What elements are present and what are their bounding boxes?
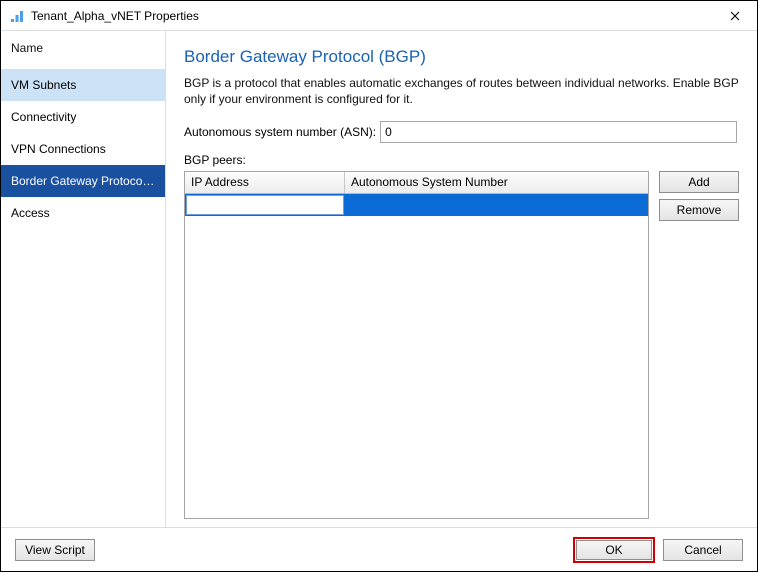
page-title: Border Gateway Protocol (BGP) — [184, 47, 739, 67]
dialog-body: Name VM Subnets Connectivity VPN Connect… — [1, 31, 757, 527]
sidebar-item-access[interactable]: Access — [1, 197, 165, 229]
ok-button[interactable]: OK — [576, 540, 652, 560]
asn-label: Autonomous system number (ASN): — [184, 125, 376, 139]
sidebar-header: Name — [1, 31, 165, 69]
sidebar-item-connectivity[interactable]: Connectivity — [1, 101, 165, 133]
peer-buttons: Add Remove — [659, 171, 739, 519]
asn-input[interactable] — [380, 121, 737, 143]
sidebar-item-label: Connectivity — [11, 110, 76, 124]
app-icon — [9, 8, 25, 24]
grid-body — [185, 194, 648, 518]
sidebar-item-vm-subnets[interactable]: VM Subnets — [1, 69, 165, 101]
main-panel: Border Gateway Protocol (BGP) BGP is a p… — [166, 31, 757, 527]
properties-window: Tenant_Alpha_vNET Properties Name VM Sub… — [0, 0, 758, 572]
remove-button[interactable]: Remove — [659, 199, 739, 221]
cell-asn — [345, 194, 648, 216]
table-row[interactable] — [185, 194, 648, 216]
ip-input[interactable] — [186, 195, 344, 215]
close-button[interactable] — [713, 1, 757, 31]
sidebar-item-label: VM Subnets — [11, 78, 76, 92]
sidebar-item-label: VPN Connections — [11, 142, 106, 156]
sidebar-item-bgp[interactable]: Border Gateway Protocol... — [1, 165, 165, 197]
grid-header: IP Address Autonomous System Number — [185, 172, 648, 194]
peers-grid[interactable]: IP Address Autonomous System Number — [184, 171, 649, 519]
footer: View Script OK Cancel — [1, 527, 757, 571]
peers-area: IP Address Autonomous System Number Add — [184, 171, 739, 519]
asn-row: Autonomous system number (ASN): — [184, 121, 739, 143]
page-description: BGP is a protocol that enables automatic… — [184, 75, 739, 107]
sidebar-item-vpn-connections[interactable]: VPN Connections — [1, 133, 165, 165]
view-script-button[interactable]: View Script — [15, 539, 95, 561]
column-header-ip[interactable]: IP Address — [185, 172, 345, 193]
cancel-button[interactable]: Cancel — [663, 539, 743, 561]
cell-ip — [185, 194, 345, 216]
titlebar: Tenant_Alpha_vNET Properties — [1, 1, 757, 31]
peers-label: BGP peers: — [184, 153, 739, 167]
sidebar-item-label: Access — [11, 206, 50, 220]
sidebar-item-label: Border Gateway Protocol... — [11, 174, 155, 188]
add-button[interactable]: Add — [659, 171, 739, 193]
column-header-asn[interactable]: Autonomous System Number — [345, 172, 648, 193]
ok-highlight: OK — [573, 537, 655, 563]
window-title: Tenant_Alpha_vNET Properties — [31, 9, 713, 23]
sidebar: Name VM Subnets Connectivity VPN Connect… — [1, 31, 166, 527]
